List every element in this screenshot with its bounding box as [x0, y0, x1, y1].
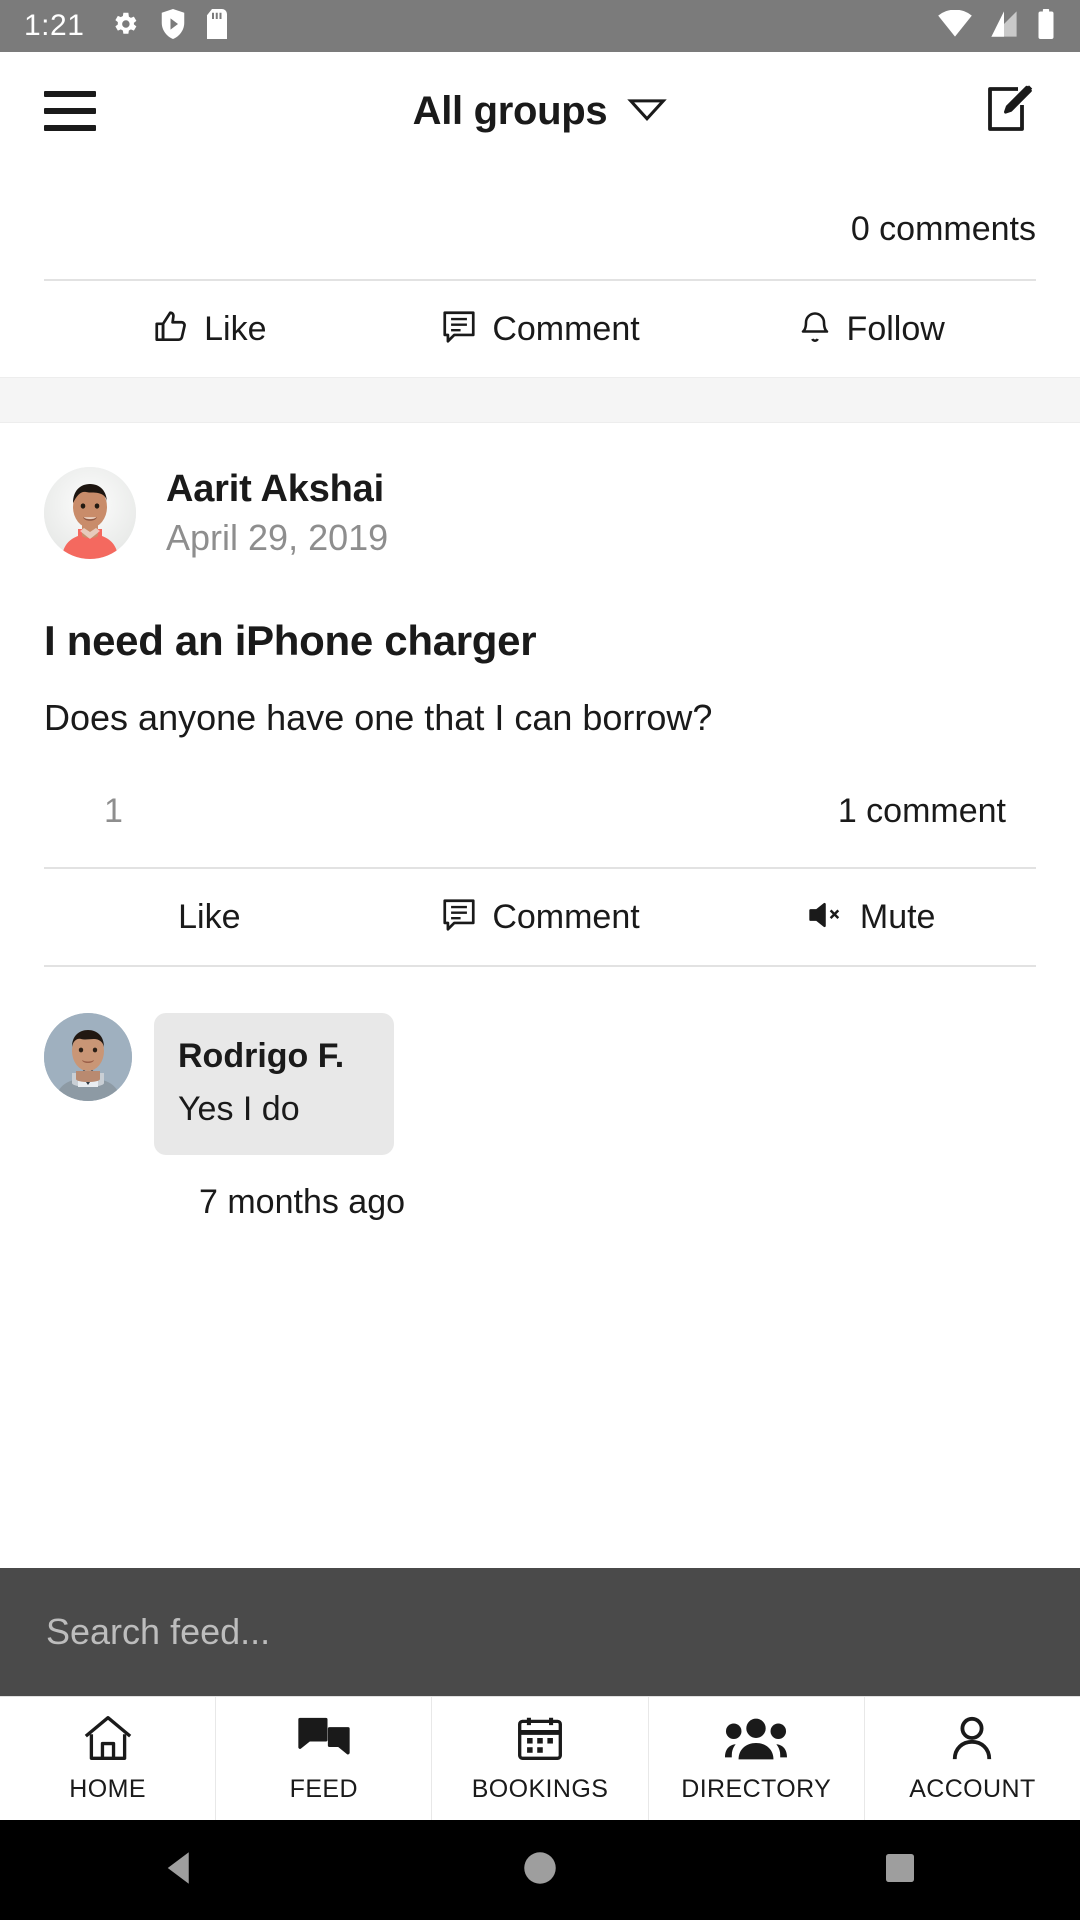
speaker-mute-icon — [806, 898, 846, 937]
mute-button[interactable]: Mute — [705, 869, 1036, 965]
comment-author-name: Rodrigo F. — [178, 1037, 345, 1075]
search-placeholder: Search feed... — [46, 1611, 271, 1652]
bell-icon — [797, 308, 833, 351]
follow-label: Follow — [846, 309, 945, 348]
nav-label-feed: FEED — [289, 1774, 358, 1803]
post-author-row[interactable]: Aarit Akshai April 29, 2019 — [44, 423, 1036, 559]
nav-item-home[interactable]: HOME — [0, 1697, 217, 1820]
post-stats-row: 1 1 comment — [44, 740, 1036, 867]
post-separator — [0, 377, 1080, 423]
cellular-signal-icon — [988, 10, 1020, 43]
nav-item-bookings[interactable]: BOOKINGS — [432, 1697, 649, 1820]
comment-button[interactable]: Comment — [375, 869, 706, 965]
recents-square-icon[interactable] — [879, 1847, 921, 1894]
status-time: 1:21 — [24, 9, 85, 42]
person-icon — [949, 1714, 995, 1767]
people-group-icon — [725, 1714, 788, 1767]
post-author-name[interactable]: Aarit Akshai — [166, 468, 388, 511]
calendar-icon — [515, 1714, 565, 1767]
comments-count-label: 0 comments — [850, 210, 1036, 248]
nav-label-directory: DIRECTORY — [681, 1774, 832, 1803]
nav-label-account: ACCOUNT — [909, 1774, 1036, 1803]
caret-down-icon[interactable] — [627, 96, 668, 127]
post-title: I need an iPhone charger — [44, 617, 537, 664]
search-input[interactable]: Search feed... — [0, 1568, 1080, 1696]
mute-label: Mute — [859, 897, 936, 936]
post-card: Aarit Akshai April 29, 2019 I need an iP… — [0, 423, 1080, 1222]
list-item: Rodrigo F. Yes I do — [44, 967, 1036, 1155]
nav-item-directory[interactable]: DIRECTORY — [649, 1697, 865, 1820]
status-right-icons — [938, 8, 1056, 44]
nav-label-home: HOME — [69, 1774, 146, 1803]
sd-card-icon — [206, 8, 228, 44]
status-bar: 1:21 — [0, 0, 1080, 52]
previous-post-comments-row: 0 comments — [44, 170, 1036, 279]
shield-play-icon — [160, 8, 186, 44]
bottom-navigation: HOME FEED BOOKINGS DIRECTORY ACCOUNT — [0, 1696, 1080, 1820]
chat-bubbles-icon — [295, 1714, 353, 1767]
comment-text: Yes I do — [178, 1090, 300, 1128]
previous-post-footer: 0 comments Like Comment Follow — [0, 170, 1080, 377]
home-circle-icon[interactable] — [519, 1847, 561, 1894]
comment-button[interactable]: Comment — [375, 281, 706, 377]
nav-item-feed[interactable]: FEED — [216, 1697, 433, 1820]
nav-label-bookings: BOOKINGS — [471, 1774, 609, 1803]
comment-lines-icon — [440, 896, 478, 939]
page-title[interactable]: All groups — [413, 89, 608, 134]
follow-button[interactable]: Follow — [705, 281, 1036, 377]
like-button[interactable]: Like — [44, 869, 375, 965]
post-date: April 29, 2019 — [166, 516, 389, 558]
comment-label: Comment — [492, 897, 640, 936]
home-icon — [81, 1714, 135, 1767]
post-author-meta: Aarit Akshai April 29, 2019 — [166, 468, 388, 559]
feed-scroll-area[interactable]: 0 comments Like Comment Follow Aarit Aks… — [0, 170, 1080, 1568]
avatar[interactable] — [44, 1013, 132, 1101]
comment-lines-icon — [440, 308, 478, 351]
avatar[interactable] — [44, 467, 136, 559]
thumbs-up-icon — [152, 308, 190, 351]
post-actions: Like Comment Mute — [44, 869, 1036, 965]
wifi-icon — [938, 9, 972, 43]
comment-label: Comment — [492, 309, 640, 348]
like-button[interactable]: Like — [44, 281, 375, 377]
previous-post-actions: Like Comment Follow — [44, 281, 1036, 377]
compose-post-icon[interactable] — [980, 81, 1036, 142]
header-title-group: All groups — [0, 52, 1080, 170]
comment-timestamp: 7 months ago — [199, 1183, 406, 1221]
post-body: Does anyone have one that I can borrow? — [44, 697, 713, 738]
status-left-icons — [110, 8, 228, 44]
like-label: Like — [178, 897, 241, 936]
app-screen: 1:21 All groups 0 comments Like Comment … — [0, 0, 1080, 1920]
app-header: All groups — [0, 52, 1080, 170]
gear-icon — [110, 9, 140, 44]
hamburger-menu-icon[interactable] — [44, 91, 96, 131]
like-label: Like — [204, 309, 267, 348]
battery-icon — [1036, 8, 1056, 44]
like-count[interactable]: 1 — [104, 792, 123, 831]
android-navigation-bar — [0, 1820, 1080, 1920]
back-triangle-icon[interactable] — [159, 1847, 201, 1894]
post-comment-count[interactable]: 1 comment — [838, 792, 1006, 831]
comment-bubble[interactable]: Rodrigo F. Yes I do — [154, 1013, 394, 1155]
nav-item-account[interactable]: ACCOUNT — [865, 1697, 1080, 1820]
